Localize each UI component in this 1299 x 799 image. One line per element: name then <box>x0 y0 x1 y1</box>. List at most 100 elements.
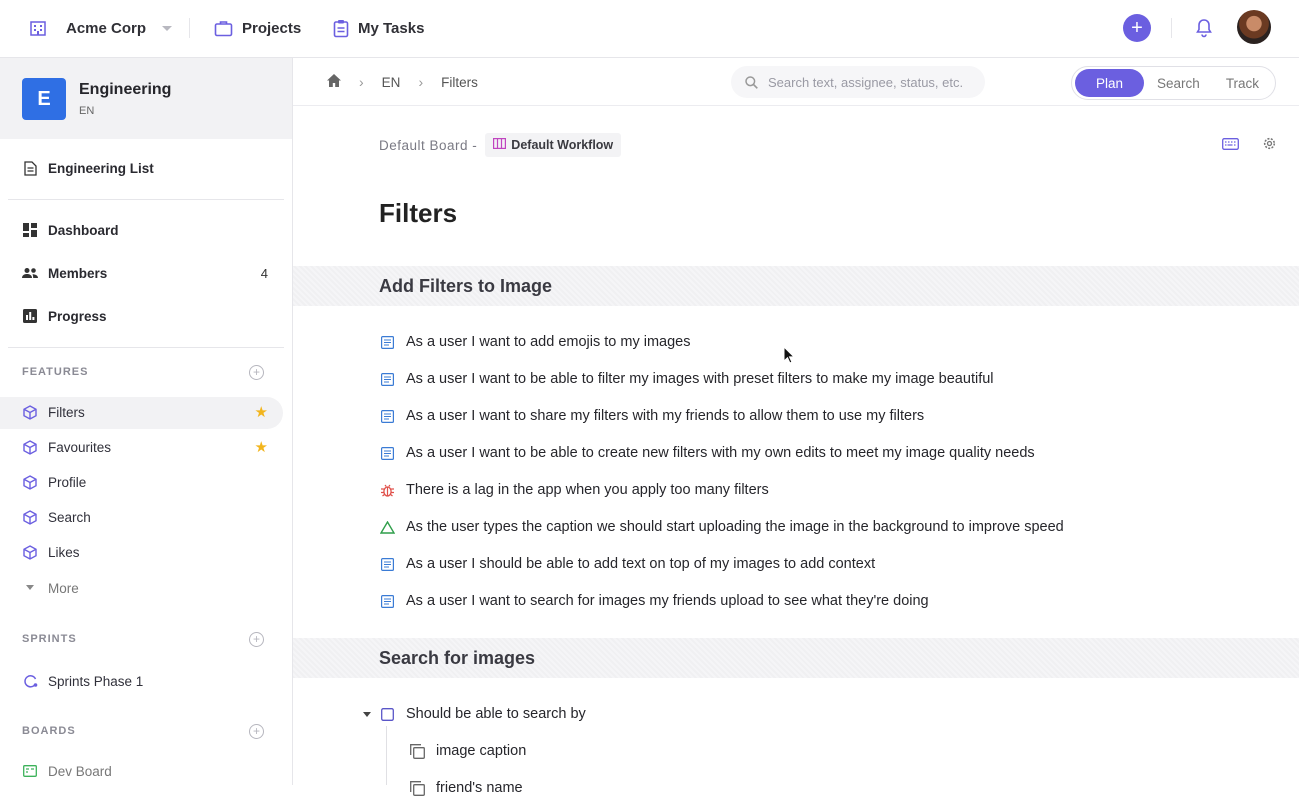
group-title: Add Filters to Image <box>379 275 553 296</box>
page-title: Filters <box>379 198 458 228</box>
workspace-switcher[interactable]: Acme Corp <box>22 14 173 42</box>
divider <box>189 18 190 38</box>
story-icon <box>379 593 395 609</box>
divider <box>8 347 284 348</box>
sidebar-item-profile[interactable]: Profile <box>22 471 268 493</box>
section-title: BOARDS <box>22 725 76 737</box>
group-header[interactable]: Search for images <box>293 638 1299 678</box>
top-bar: Acme Corp Projects My Tasks + <box>0 0 1299 58</box>
sidebar-item-label: Sprints Phase 1 <box>48 673 144 689</box>
star-icon[interactable]: ★ <box>255 438 268 456</box>
cube-icon <box>22 544 38 560</box>
breadcrumb-project[interactable]: EN <box>382 75 401 90</box>
add-feature-icon[interactable]: + <box>249 364 264 380</box>
item-title: As a user I want to search for images my… <box>406 593 929 609</box>
story-icon <box>379 334 395 350</box>
sidebar-more-toggle[interactable]: More <box>22 577 268 599</box>
sidebar-item-favourites[interactable]: Favourites ★ <box>22 436 268 458</box>
item-title: As a user I want to be able to create ne… <box>406 445 1035 461</box>
project-header[interactable]: E Engineering EN <box>0 58 292 139</box>
tree-connector <box>386 726 387 785</box>
star-icon[interactable]: ★ <box>255 403 268 421</box>
sidebar-item-members[interactable]: Members 4 <box>22 262 268 284</box>
subtask-icon <box>409 780 425 796</box>
home-icon[interactable] <box>327 74 341 90</box>
nav-label: My Tasks <box>358 19 425 37</box>
sidebar-item-label: Favourites <box>48 439 112 455</box>
bug-icon <box>379 482 395 498</box>
sidebar-item-dashboard[interactable]: Dashboard <box>22 219 268 241</box>
user-avatar[interactable] <box>1237 10 1271 44</box>
list-item[interactable]: As a user I want to share my filters wit… <box>379 405 924 427</box>
board-name[interactable]: Default Board - <box>379 138 477 153</box>
group-header[interactable]: Add Filters to Image <box>293 266 1299 306</box>
list-item[interactable]: As a user I want to be able to filter my… <box>379 368 994 390</box>
chart-icon <box>22 308 38 324</box>
task-icon <box>379 706 395 722</box>
list-item[interactable]: Should be able to search by <box>379 703 586 725</box>
nav-my-tasks[interactable]: My Tasks <box>333 14 424 42</box>
sub-header: › EN › Filters Plan Search Track <box>293 58 1299 106</box>
create-button[interactable]: + <box>1123 14 1151 42</box>
sidebar-item-likes[interactable]: Likes <box>22 541 268 563</box>
cube-icon <box>22 509 38 525</box>
sidebar-item-filters[interactable]: Filters ★ <box>22 401 268 423</box>
project-key: EN <box>79 105 95 117</box>
list-item[interactable]: As a user I want to search for images my… <box>379 590 929 612</box>
sidebar-item-label: Likes <box>48 544 80 560</box>
cube-icon <box>22 404 38 420</box>
list-item[interactable]: There is a lag in the app when you apply… <box>379 479 769 501</box>
list-item[interactable]: friend's name <box>409 777 523 799</box>
list-item[interactable]: image caption <box>409 740 526 762</box>
collapse-caret-icon[interactable] <box>363 712 371 717</box>
mode-track[interactable]: Track <box>1213 69 1272 97</box>
workflow-chip[interactable]: Default Workflow <box>485 133 622 157</box>
improvement-icon <box>379 519 395 535</box>
sidebar-item-progress[interactable]: Progress <box>22 305 268 327</box>
sidebar-item-dev-board[interactable]: Dev Board <box>22 760 268 782</box>
add-sprint-icon[interactable]: + <box>249 631 264 647</box>
search-bar[interactable] <box>731 66 985 98</box>
nav-projects[interactable]: Projects <box>214 14 301 42</box>
sidebar-item-label: Engineering List <box>48 160 154 176</box>
story-icon <box>379 556 395 572</box>
mode-plan[interactable]: Plan <box>1075 69 1145 97</box>
mode-search[interactable]: Search <box>1144 69 1213 97</box>
clipboard-icon <box>333 19 349 37</box>
section-title: FEATURES <box>22 366 89 378</box>
mouse-cursor-icon <box>783 345 796 369</box>
plus-icon: + <box>1131 17 1143 39</box>
building-icon <box>22 14 54 42</box>
item-title: As a user I should be able to add text o… <box>406 556 876 572</box>
sidebar-item-label: Profile <box>48 474 87 490</box>
list-item[interactable]: As a user I should be able to add text o… <box>379 553 875 575</box>
item-title: As the user types the caption we should … <box>406 519 1064 535</box>
sidebar-item-search[interactable]: Search <box>22 506 268 528</box>
board-info: Default Board - Default Workflow <box>379 133 622 157</box>
list-item[interactable]: As a user I want to add emojis to my ima… <box>379 331 691 353</box>
item-title: As a user I want to be able to filter my… <box>406 371 994 387</box>
briefcase-icon <box>214 20 233 36</box>
add-board-icon[interactable]: + <box>249 723 264 739</box>
breadcrumb-current[interactable]: Filters <box>441 75 478 90</box>
sidebar-item-engineering-list[interactable]: Engineering List <box>22 157 268 179</box>
search-input[interactable] <box>768 74 978 90</box>
workspace-name: Acme Corp <box>66 19 147 37</box>
keyboard-icon[interactable] <box>1222 137 1239 155</box>
sidebar-item-sprint[interactable]: Sprints Phase 1 <box>22 670 268 692</box>
item-title: As a user I want to add emojis to my ima… <box>406 334 691 350</box>
features-section-header: FEATURES + <box>22 364 264 380</box>
workflow-name: Default Workflow <box>511 138 614 152</box>
list-item[interactable]: As a user I want to be able to create ne… <box>379 442 1035 464</box>
boards-section-header: BOARDS + <box>22 723 264 739</box>
item-title: There is a lag in the app when you apply… <box>406 482 769 498</box>
list-item[interactable]: As the user types the caption we should … <box>379 516 1064 538</box>
sidebar-item-label: Members <box>48 265 108 281</box>
sprints-section-header: SPRINTS + <box>22 631 264 647</box>
caret-down-icon <box>22 580 38 596</box>
sidebar: E Engineering EN Engineering List Dashbo… <box>0 58 293 785</box>
subtask-icon <box>409 743 425 759</box>
more-label: More <box>48 580 79 596</box>
notifications-button[interactable] <box>1194 17 1214 39</box>
gear-icon[interactable] <box>1263 137 1276 155</box>
